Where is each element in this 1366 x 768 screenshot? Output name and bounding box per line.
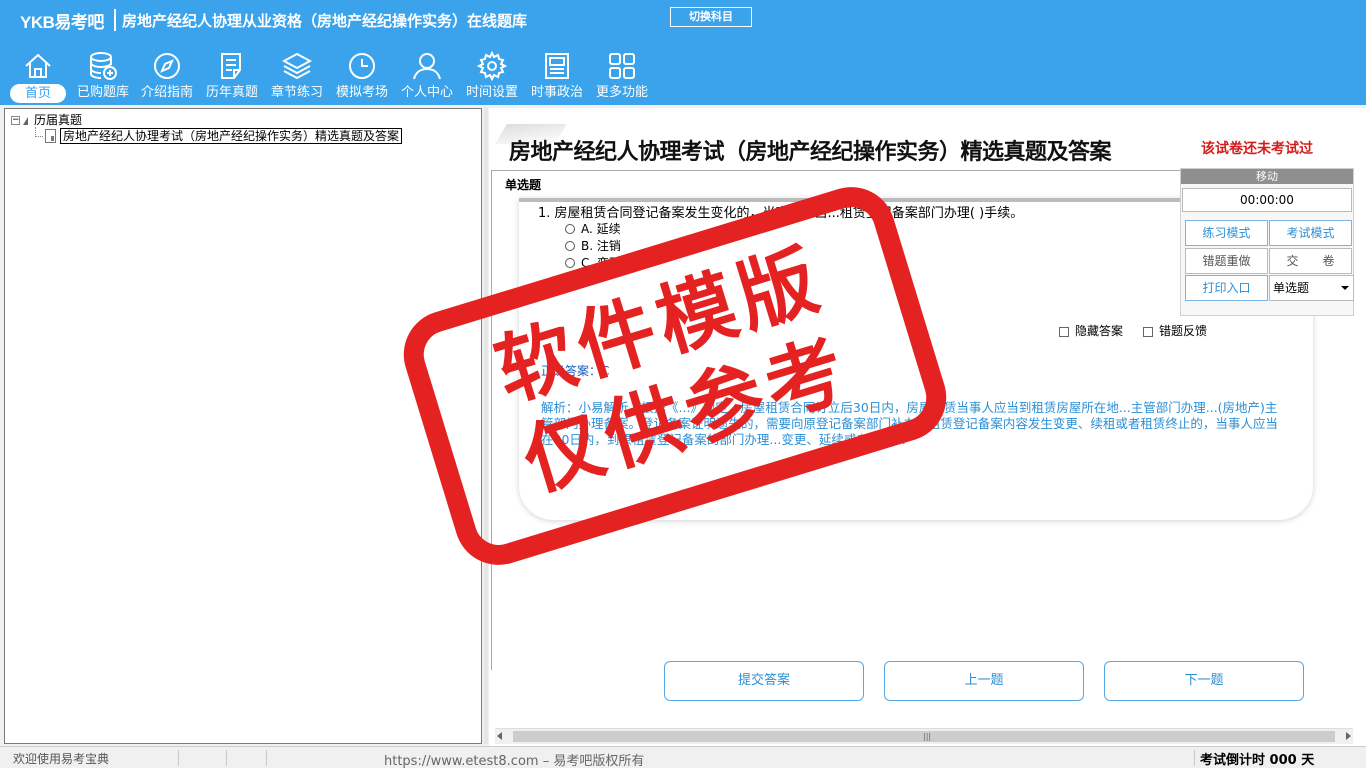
scroll-left-icon[interactable] xyxy=(497,732,502,740)
status-divider xyxy=(1194,750,1195,766)
scroll-right-icon[interactable] xyxy=(1346,732,1351,740)
nav-label: 更多功能 xyxy=(595,85,648,100)
previous-question-button[interactable]: 上一题 xyxy=(884,661,1084,701)
nav-past-exams[interactable]: 历年真题 xyxy=(201,46,263,104)
nav-label: 历年真题 xyxy=(205,85,258,100)
submit-answer-button[interactable]: 提交答案 xyxy=(664,661,864,701)
nav-mock-exam[interactable]: 模拟考场 xyxy=(331,46,393,104)
collapse-icon[interactable]: − xyxy=(11,116,20,125)
tree-item-label: 房地产经纪人协理考试（房地产经纪操作实务）精选真题及答案 xyxy=(60,128,403,144)
exam-mode-button[interactable]: 考试模式 xyxy=(1269,220,1352,246)
radio-icon[interactable] xyxy=(565,223,575,234)
nav-user-center[interactable]: 个人中心 xyxy=(396,46,458,104)
status-divider xyxy=(178,750,179,766)
timer-widget: 移动 00:00:00 练习模式 考试模式 错题重做 交 卷 打印入口 单选题 xyxy=(1180,168,1354,316)
horizontal-scrollbar[interactable]: ||| xyxy=(495,728,1353,744)
error-feedback-link[interactable]: 错题反馈 xyxy=(1143,322,1207,339)
app-header: YKB易考吧 房地产经纪人协理从业资格（房地产经纪操作实务）在线题库 切换科目 … xyxy=(0,0,1366,105)
clock-icon xyxy=(346,50,378,82)
nav-chapter-practice[interactable]: 章节练习 xyxy=(266,46,328,104)
nav-label: 章节练习 xyxy=(270,85,323,100)
move-handle[interactable]: 移动 xyxy=(1181,169,1353,184)
redo-wrong-button[interactable]: 错题重做 xyxy=(1185,248,1268,274)
nav-current-affairs[interactable]: 时事政治 xyxy=(526,46,588,104)
chevron-down-icon xyxy=(1341,286,1349,290)
nav-label: 个人中心 xyxy=(400,85,453,100)
submit-exam-button[interactable]: 交 卷 xyxy=(1269,248,1352,274)
radio-icon[interactable] xyxy=(565,257,575,268)
tree-root-item[interactable]: − 历届真题 xyxy=(11,113,82,127)
user-icon xyxy=(411,50,443,82)
nav-label: 时事政治 xyxy=(530,85,583,100)
status-divider xyxy=(226,750,227,766)
folder-icon xyxy=(23,116,28,125)
document-list-icon xyxy=(216,50,248,82)
exam-status-text: 该试卷还未考试过 xyxy=(1201,141,1313,157)
nav-time-settings[interactable]: 时间设置 xyxy=(461,46,523,104)
practice-mode-button[interactable]: 练习模式 xyxy=(1185,220,1268,246)
nav-home[interactable]: 首页 xyxy=(8,46,68,104)
radio-icon[interactable] xyxy=(565,240,575,251)
newspaper-icon xyxy=(541,50,573,82)
database-icon xyxy=(87,50,119,82)
nav-label: 首页 xyxy=(10,84,66,103)
app-title: 房地产经纪人协理从业资格（房地产经纪操作实务）在线题库 xyxy=(122,12,528,30)
logo-divider xyxy=(114,9,116,31)
option-a[interactable]: A. 延续 xyxy=(565,220,621,237)
tree-connector xyxy=(35,136,43,137)
grid-icon xyxy=(606,50,638,82)
exam-countdown: 考试倒计时 000 天 xyxy=(1200,753,1315,768)
status-divider xyxy=(266,750,267,766)
nav-more[interactable]: 更多功能 xyxy=(591,46,653,104)
app-logo: YKB易考吧 xyxy=(20,13,104,32)
nav-label: 模拟考场 xyxy=(335,85,388,100)
paper-title: 房地产经纪人协理考试（房地产经纪操作实务）精选真题及答案 xyxy=(509,139,1112,165)
nav-guide[interactable]: 介绍指南 xyxy=(136,46,198,104)
document-icon xyxy=(45,129,56,143)
next-question-button[interactable]: 下一题 xyxy=(1104,661,1304,701)
option-b[interactable]: B. 注销 xyxy=(565,237,621,254)
status-url: https://www.etest8.com – 易考吧版权所有 xyxy=(384,754,645,768)
status-welcome: 欢迎使用易考宝典 xyxy=(13,752,110,766)
layers-icon xyxy=(281,50,313,82)
hide-answer-link[interactable]: 隐藏答案 xyxy=(1059,322,1123,339)
nav-purchased-banks[interactable]: 已购题库 xyxy=(72,46,134,104)
nav-label: 时间设置 xyxy=(465,85,518,100)
print-button[interactable]: 打印入口 xyxy=(1185,275,1268,301)
nav-label: 介绍指南 xyxy=(140,85,193,100)
tree-item-exam[interactable]: 房地产经纪人协理考试（房地产经纪操作实务）精选真题及答案 xyxy=(45,128,403,144)
gear-icon xyxy=(476,50,508,82)
eye-icon xyxy=(1059,326,1069,337)
section-label: 单选题 xyxy=(505,178,542,192)
tree-root-label: 历届真题 xyxy=(34,113,83,127)
grip-icon: ||| xyxy=(923,732,932,741)
home-icon xyxy=(22,50,54,82)
nav-label: 已购题库 xyxy=(76,85,129,100)
compass-icon xyxy=(151,50,183,82)
question-type-select[interactable]: 单选题 xyxy=(1269,275,1354,301)
feedback-icon xyxy=(1143,326,1153,337)
switch-subject-button[interactable]: 切换科目 xyxy=(670,7,752,27)
scrollbar-thumb[interactable]: ||| xyxy=(513,731,1335,742)
status-bar: 欢迎使用易考宝典 https://www.etest8.com – 易考吧版权所… xyxy=(0,746,1366,768)
question-tree-panel: − 历届真题 房地产经纪人协理考试（房地产经纪操作实务）精选真题及答案 xyxy=(4,108,482,744)
timer-display: 00:00:00 xyxy=(1182,188,1352,212)
